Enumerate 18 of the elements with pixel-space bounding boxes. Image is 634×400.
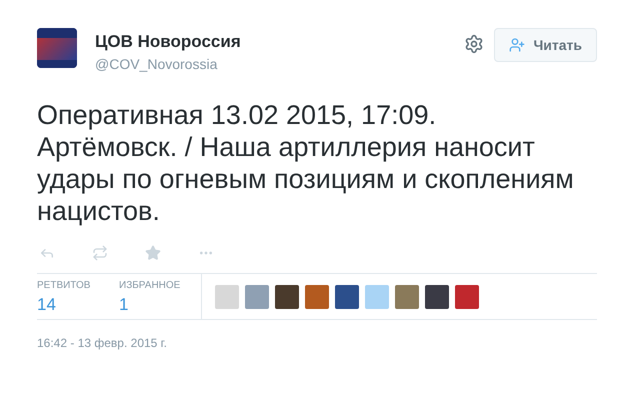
user-avatar[interactable] — [455, 284, 479, 308]
user-avatar[interactable] — [275, 284, 299, 308]
add-person-icon — [509, 37, 526, 53]
user-avatar[interactable] — [335, 284, 359, 308]
user-avatar[interactable] — [305, 284, 329, 308]
author-name[interactable]: ЦОВ Новороссия — [95, 31, 241, 53]
tweet-text: Оперативная 13.02 2015, 17:09. Артёмовск. / Наша артиллерия наносит удары по огневым позициям и скоплениям нацистов. — [37, 99, 575, 227]
stat-value[interactable]: 14 — [37, 294, 119, 316]
stat-label: РЕТВИТОВ — [37, 280, 92, 292]
tweet-timestamp: 16:42 - 13 февр. 2015 г. — [37, 335, 168, 352]
star-icon[interactable] — [145, 245, 161, 261]
user-avatar[interactable] — [425, 284, 449, 308]
author-handle[interactable]: @COV_Novorossia — [95, 55, 241, 73]
stat-label: ИЗБРАННОЕ — [119, 280, 182, 292]
follow-button[interactable]: Читать — [494, 28, 597, 62]
stat-value[interactable]: 1 — [119, 294, 201, 316]
settings-icon[interactable] — [464, 34, 484, 54]
profile-logo — [37, 28, 77, 68]
